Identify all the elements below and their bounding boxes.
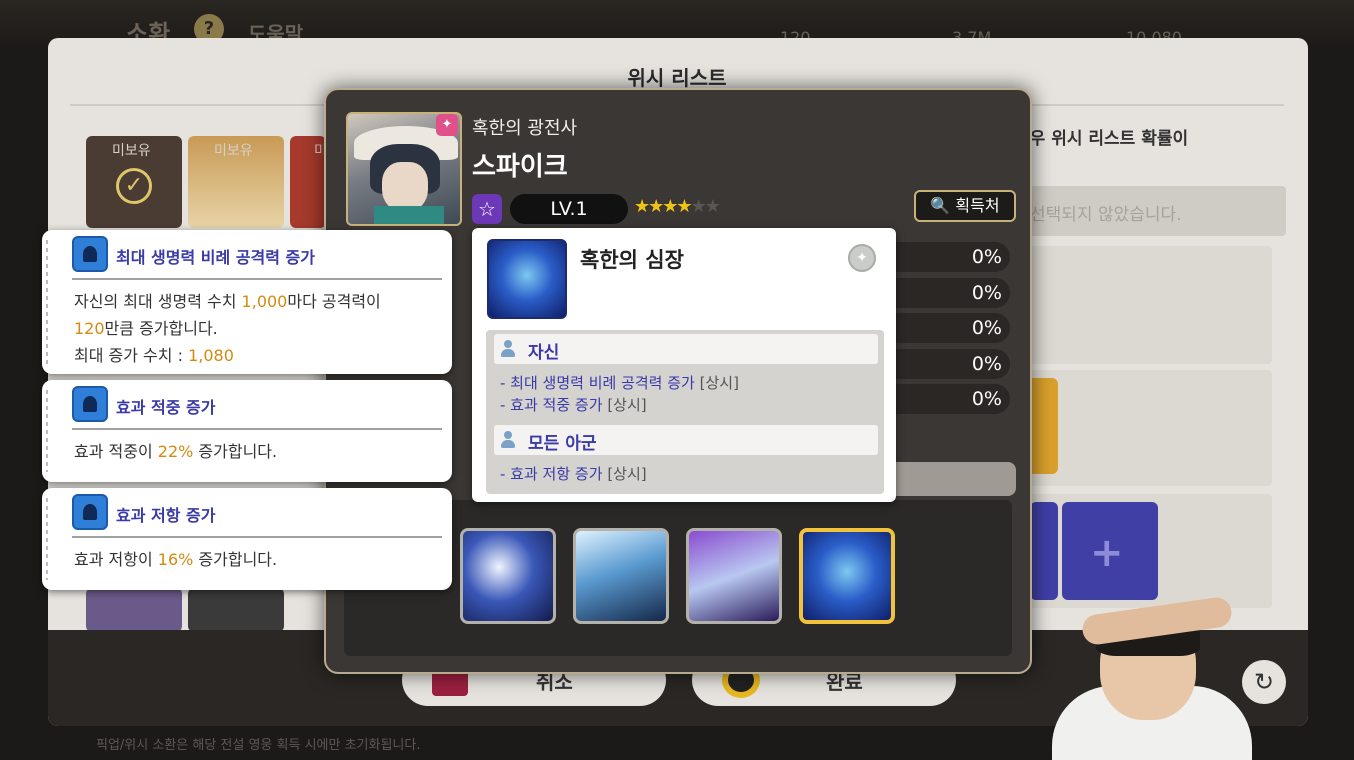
skill-title: 효과 저항 증가 — [116, 506, 216, 525]
shattered-ice-icon[interactable] — [686, 528, 782, 624]
hero-name: 스파이크 — [472, 152, 568, 182]
percent-value: 0% — [971, 246, 1002, 268]
star-filled-icon: ★ — [662, 196, 678, 217]
person-icon — [500, 340, 516, 358]
skill-tooltip: 효과 적중 증가 효과 적중이 22% 증가합니다. — [42, 380, 452, 482]
skill-accuracy-icon — [72, 386, 108, 422]
wishlist-title: 위시 리스트 — [627, 66, 727, 90]
slot-label: 미보유 — [214, 143, 253, 159]
portrait-scarf — [374, 206, 444, 224]
skill-description: 자신의 최대 생명력 수치 1,000마다 공격력이 120만큼 증가합니다. … — [74, 292, 381, 365]
hero-class: 혹한의 광전사 — [472, 118, 578, 139]
skill-title: 효과 적중 증가 — [116, 398, 216, 417]
streamer-webcam — [1052, 595, 1252, 760]
star-empty-icon: ★ — [704, 196, 721, 217]
equipment-name: 혹한의 심장 — [580, 248, 684, 272]
star-empty-icon: ★ — [690, 196, 707, 217]
skill-tooltip: 최대 생명력 비례 공격력 증가 자신의 최대 생명력 수치 1,000마다 공… — [42, 230, 452, 374]
acquire-label: 획득처 — [955, 196, 1000, 215]
percent-value: 0% — [971, 317, 1002, 339]
star-filled-icon: ★ — [634, 196, 650, 217]
percent-value: 0% — [971, 282, 1002, 304]
acquire-button[interactable]: 🔍 획득처 — [914, 190, 1016, 222]
target-label: 자신 — [528, 343, 560, 363]
portrait-face — [382, 162, 428, 212]
skill-description: 효과 저항이 16% 증가합니다. — [74, 550, 278, 569]
unselected-text: 선택되지 않았습니다. — [1030, 205, 1182, 225]
skill-description: 효과 적중이 22% 증가합니다. — [74, 442, 278, 461]
slot-label: 미보유 — [112, 143, 151, 159]
effect-line: - 최대 생명력 비례 공격력 증가 [상시] — [500, 374, 739, 392]
bottom-note: 픽업/위시 소환은 해당 전설 영웅 획득 시에만 초기화됩니다. — [96, 738, 421, 753]
percent-value: 0% — [971, 388, 1002, 410]
effect-line: - 효과 저항 증가 [상시] — [500, 465, 647, 483]
skill-divider — [72, 278, 442, 280]
percent-value: 0% — [971, 353, 1002, 375]
frozen-heart-icon — [487, 239, 567, 319]
gem-icon: ✦ — [848, 244, 876, 272]
element-badge-icon: ✦ — [436, 114, 458, 136]
wish-card-edge — [1030, 502, 1058, 600]
skill-resist-icon — [72, 494, 108, 530]
target-label: 모든 아군 — [528, 434, 597, 454]
star-filled-icon: ★ — [648, 196, 664, 217]
wish-slot-box — [1030, 246, 1272, 364]
group-icon — [500, 431, 516, 449]
hero-slot[interactable] — [188, 588, 284, 632]
blade-icon[interactable] — [460, 528, 556, 624]
star-filled-icon: ★ — [676, 196, 692, 217]
gold-card-edge — [1030, 378, 1058, 474]
skill-attack-icon — [72, 236, 108, 272]
hero-level: LV.1 — [510, 194, 628, 224]
gray-bar — [892, 462, 1016, 496]
wish-slot-box — [1030, 370, 1272, 486]
ice-crystal-icon[interactable] — [573, 528, 669, 624]
skill-divider — [72, 536, 442, 538]
plus-icon: + — [1090, 530, 1124, 576]
skill-tooltip: 효과 저항 증가 효과 저항이 16% 증가합니다. — [42, 488, 452, 590]
rank-star-icon: ☆ — [472, 194, 502, 224]
frozen-heart-thumb-icon[interactable] — [799, 528, 895, 624]
skill-divider — [72, 428, 442, 430]
effect-line: - 효과 적중 증가 [상시] — [500, 396, 647, 414]
hero-slot[interactable] — [86, 588, 182, 632]
hero-stars: ★★★★★★ — [634, 196, 721, 217]
skill-title: 최대 생명력 비례 공격력 증가 — [116, 248, 315, 267]
check-icon: ✓ — [116, 168, 152, 204]
wishlist-notice: 경우 위시 리스트 확률이 — [1014, 129, 1189, 149]
